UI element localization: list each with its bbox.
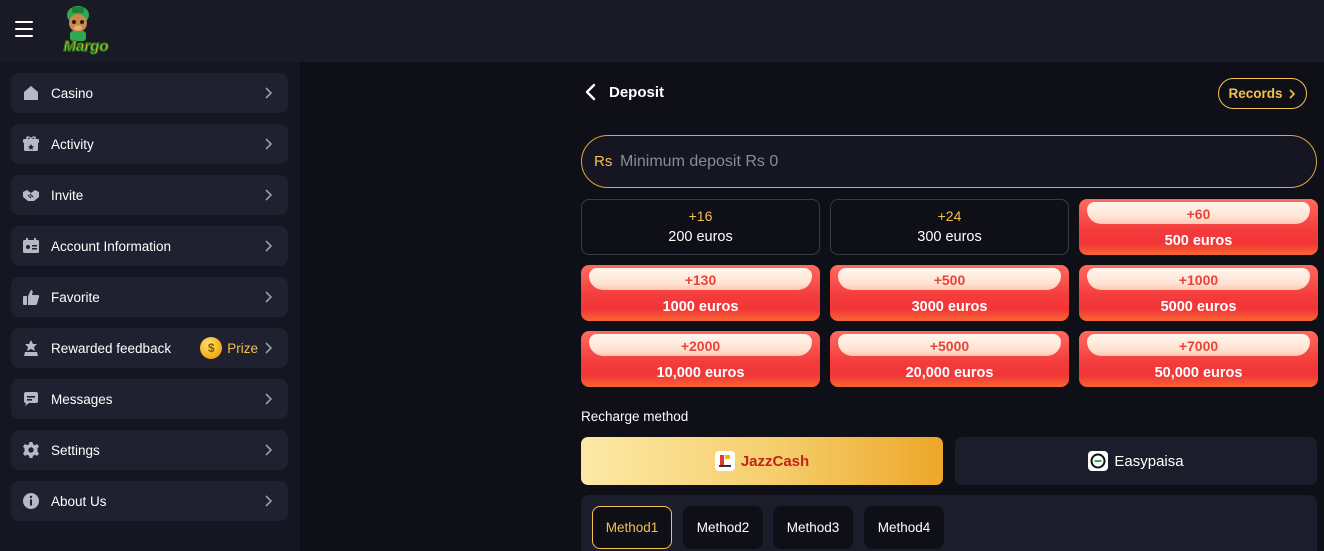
award-icon (24, 340, 38, 356)
sidebar-item-activity[interactable]: Activity (11, 124, 288, 164)
gear-icon (23, 442, 39, 458)
jazzcash-label: JazzCash (740, 452, 810, 470)
amount-label: 200 euros (668, 229, 733, 245)
page-title: Deposit (609, 84, 665, 101)
sidebar-item-invite[interactable]: Invite (11, 175, 288, 215)
bonus-label: +7000 (1178, 338, 1219, 354)
logo-text: Margo (64, 38, 109, 55)
sidebar-item-label: About Us (51, 493, 107, 509)
amount-label: 10,000 euros (656, 365, 745, 381)
amount-option[interactable]: +16 200 euros (581, 199, 820, 255)
chevron-right-icon (265, 240, 273, 252)
tab-method1[interactable]: Method1 (592, 506, 672, 549)
jazzcash-icon (714, 451, 735, 471)
sidebar-item-label: Rewarded feedback (51, 340, 172, 356)
tab-method3[interactable]: Method3 (773, 506, 853, 549)
sidebar-item-rewarded-feedback[interactable]: Rewarded feedback $ Prize (11, 328, 288, 368)
amount-option[interactable]: +7000 50,000 euros (1079, 331, 1318, 387)
thumbs-up-icon (23, 290, 40, 305)
sidebar-item-label: Account Information (51, 238, 172, 254)
chevron-right-icon (265, 495, 273, 507)
chevron-right-icon (265, 138, 273, 150)
sidebar-item-account-information[interactable]: Account Information (11, 226, 288, 266)
deposit-amount-field[interactable]: Rs (581, 135, 1317, 188)
top-bar: Margo (0, 0, 1324, 62)
chevron-right-icon (265, 342, 273, 354)
amount-label: 5000 euros (1160, 299, 1237, 315)
amount-label: 20,000 euros (905, 365, 994, 381)
recharge-method-label: Recharge method (581, 409, 689, 424)
amount-option[interactable]: +24 300 euros (830, 199, 1069, 255)
tab-method4[interactable]: Method4 (864, 506, 944, 549)
hamburger-menu-icon[interactable] (15, 21, 33, 37)
amount-option[interactable]: +1000 5000 euros (1079, 265, 1318, 321)
jazzcash-method-button[interactable]: JazzCash (581, 437, 943, 485)
sidebar-item-label: Messages (51, 391, 113, 407)
sidebar-item-casino[interactable]: Casino (11, 73, 288, 113)
amount-label: 300 euros (917, 229, 982, 245)
chevron-right-icon (265, 189, 273, 201)
bonus-label: +5000 (929, 338, 970, 354)
sidebar-item-favorite[interactable]: Favorite (11, 277, 288, 317)
deposit-amount-input[interactable] (620, 136, 1300, 187)
house-icon (24, 86, 38, 100)
sidebar-item-label: Invite (51, 187, 84, 203)
chevron-right-icon (265, 291, 273, 303)
amount-option[interactable]: +500 3000 euros (830, 265, 1069, 321)
margo-logo[interactable]: Margo (52, 1, 118, 59)
id-card-icon (23, 238, 39, 253)
sidebar-item-messages[interactable]: Messages (11, 379, 288, 419)
deposit-panel: Deposit Records Rs +16 200 euros +24 300… (300, 62, 1324, 551)
bonus-label: +130 (684, 272, 717, 288)
chevron-right-icon (265, 393, 273, 405)
sidebar: Casino Activity Invite Account Informati… (0, 62, 300, 551)
coin-icon: $ (200, 337, 223, 359)
back-arrow-icon[interactable] (583, 83, 599, 101)
sidebar-item-about-us[interactable]: About Us (11, 481, 288, 521)
amount-label: 500 euros (1164, 233, 1233, 249)
bonus-label: +1000 (1178, 272, 1219, 288)
sidebar-item-label: Settings (51, 442, 100, 458)
amount-label: 50,000 euros (1154, 365, 1243, 381)
gift-icon (23, 136, 39, 151)
bonus-label: +16 (688, 208, 713, 224)
bonus-label: +24 (937, 208, 962, 224)
amount-option[interactable]: +60 500 euros (1079, 199, 1318, 255)
bonus-label: +500 (933, 272, 966, 288)
chat-icon (24, 392, 38, 406)
bonus-label: +2000 (680, 338, 721, 354)
chevron-right-icon (1288, 88, 1295, 99)
amount-option[interactable]: +2000 10,000 euros (581, 331, 820, 387)
easypaisa-method-button[interactable]: Easypaisa (955, 437, 1317, 485)
amount-label: 1000 euros (662, 299, 739, 315)
sidebar-item-label: Activity (51, 136, 94, 152)
handshake-icon (23, 190, 39, 201)
sidebar-item-label: Casino (51, 85, 94, 101)
prize-badge: $ Prize (200, 337, 258, 359)
channel-selector: Method1 Method2 Method3 Method4 (581, 495, 1317, 551)
amount-option[interactable]: +130 1000 euros (581, 265, 820, 321)
prize-label: Prize (227, 340, 258, 356)
chevron-right-icon (265, 87, 273, 99)
amount-option[interactable]: +5000 20,000 euros (830, 331, 1069, 387)
easypaisa-icon (1088, 451, 1109, 471)
amount-label: 3000 euros (911, 299, 988, 315)
bonus-label: +60 (1186, 206, 1211, 222)
info-icon (23, 493, 39, 509)
currency-symbol: Rs (594, 153, 613, 170)
records-button[interactable]: Records (1218, 78, 1307, 109)
tab-method2[interactable]: Method2 (683, 506, 763, 549)
chevron-right-icon (265, 444, 273, 456)
easypaisa-label: Easypaisa (1114, 452, 1184, 470)
records-label: Records (1228, 86, 1283, 101)
sidebar-item-label: Favorite (51, 289, 100, 305)
sidebar-item-settings[interactable]: Settings (11, 430, 288, 470)
